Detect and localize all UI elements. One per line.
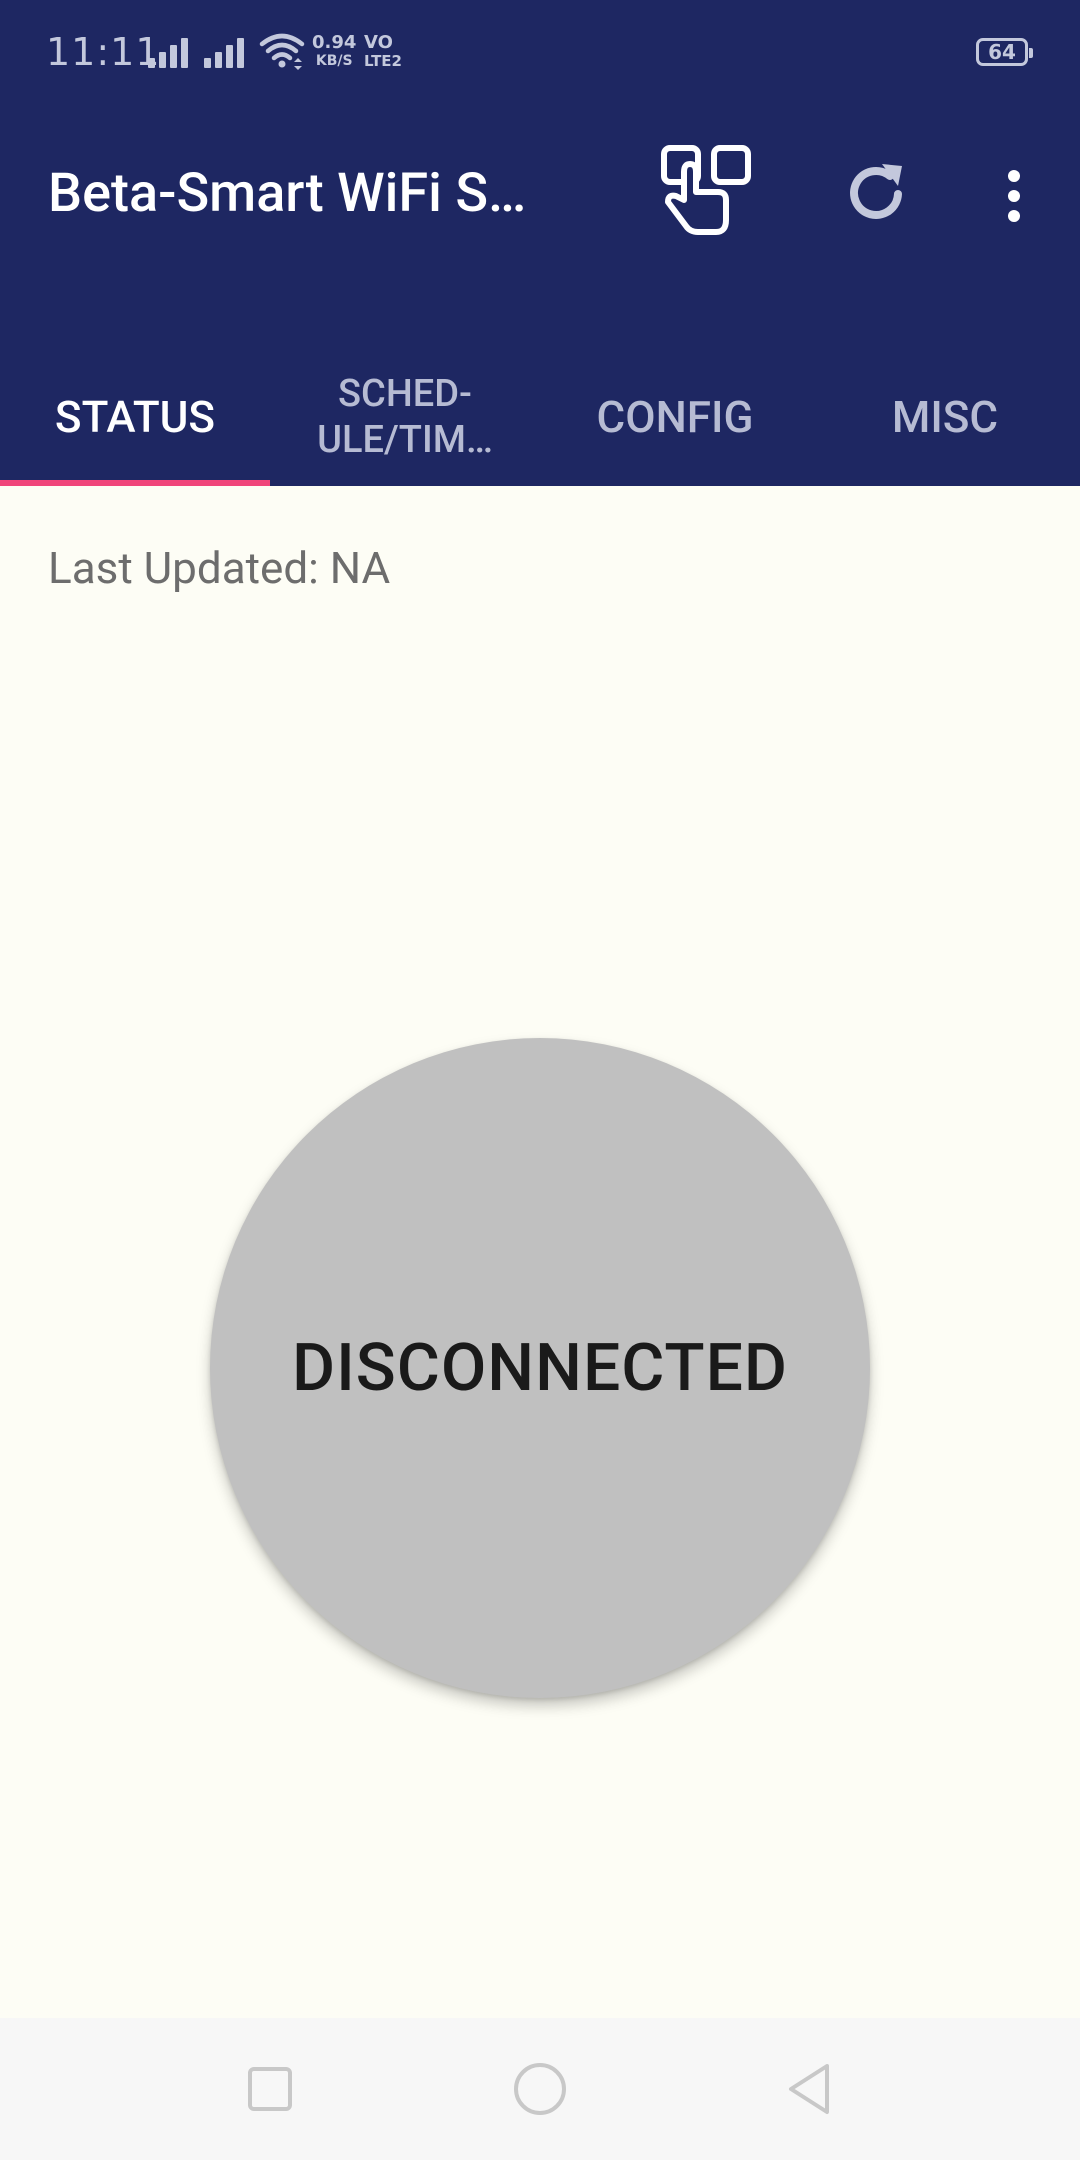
refresh-icon[interactable] <box>838 156 914 232</box>
network-speed-unit: KB/S <box>315 53 353 69</box>
network-speed-value: 0.94 <box>312 32 357 53</box>
app-title: Beta-Smart WiFi S… <box>48 162 527 225</box>
connection-status-label: DISCONNECTED <box>292 1329 788 1407</box>
screen: 11:11 0.94 KB/S VO LTE2 64 Beta-Smart Wi… <box>0 0 1080 2160</box>
tab-status[interactable]: STATUS <box>0 348 270 486</box>
volte-indicator: VO LTE2 <box>364 32 402 71</box>
battery-icon: 64 <box>976 38 1033 66</box>
system-nav-bar <box>0 2018 1080 2160</box>
overflow-menu-icon[interactable] <box>994 164 1034 228</box>
volte-label: VO <box>364 32 393 53</box>
signal-strength-icon-sim2 <box>204 34 250 68</box>
status-bar: 11:11 0.94 KB/S VO LTE2 64 <box>0 0 1080 112</box>
lte-label: LTE2 <box>364 52 402 70</box>
tab-misc[interactable]: MISC <box>810 348 1080 486</box>
back-icon[interactable] <box>777 2056 843 2122</box>
last-updated-label: Last Updated: NA <box>48 542 391 594</box>
status-content: Last Updated: NA DISCONNECTED <box>0 486 1080 2018</box>
tab-bar: STATUS SCHED- ULE/TIM… CONFIG MISC <box>0 348 1080 486</box>
home-icon[interactable] <box>507 2056 573 2122</box>
wifi-icon <box>259 33 305 70</box>
signal-strength-icon <box>148 34 194 68</box>
tab-schedule-timer[interactable]: SCHED- ULE/TIM… <box>270 348 540 486</box>
status-time: 11:11 <box>46 30 161 74</box>
connection-status-button[interactable]: DISCONNECTED <box>210 1038 870 1698</box>
network-speed: 0.94 KB/S <box>312 34 356 70</box>
app-bar: Beta-Smart WiFi S… <box>0 112 1080 348</box>
tab-schedule-timer-label: SCHED- ULE/TIM… <box>317 371 493 463</box>
tap-switch-icon[interactable] <box>656 142 756 242</box>
tab-schedule-timer-line1: SCHED- <box>338 372 472 416</box>
recents-icon[interactable] <box>237 2056 303 2122</box>
tab-schedule-timer-line2: ULE/TIM… <box>317 418 493 462</box>
tab-config[interactable]: CONFIG <box>540 348 810 486</box>
